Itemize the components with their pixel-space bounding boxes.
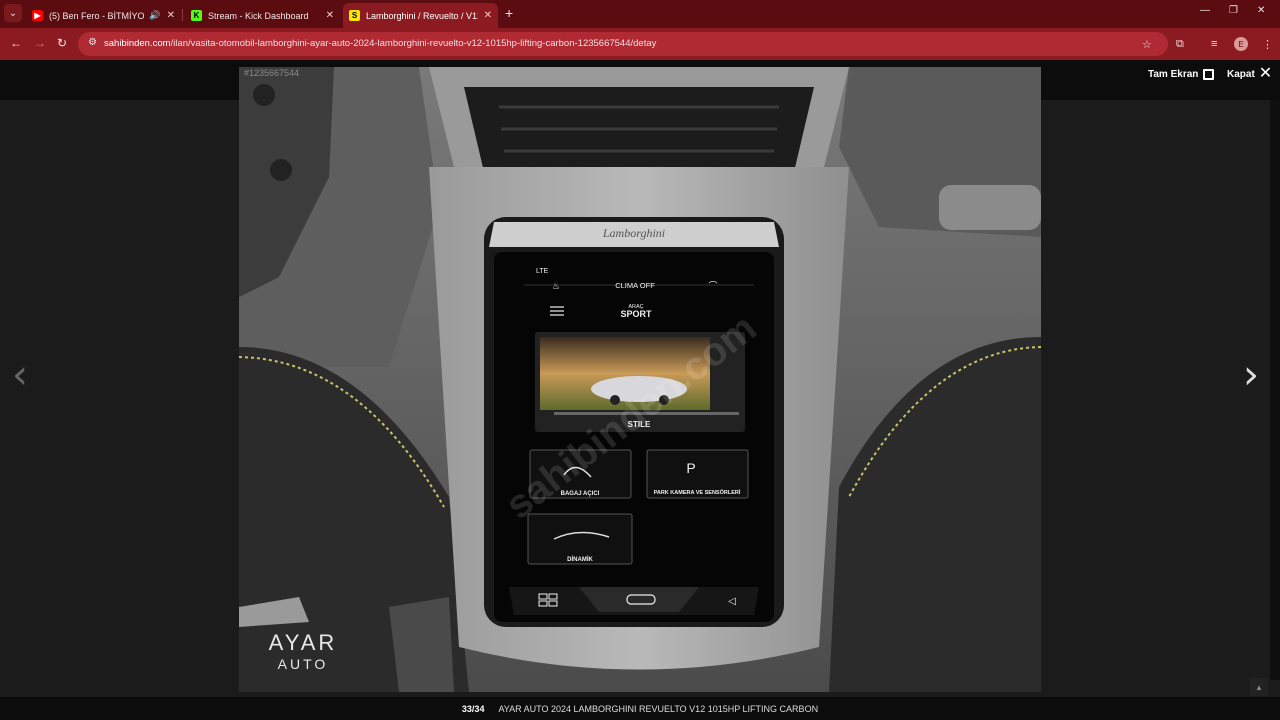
close-window-button[interactable]: ✕ [1257,5,1265,16]
url-text[interactable]: sahibinden.com/ilan/vasita-otomobil-lamb… [104,38,656,49]
car-icon: ⌒ [708,281,717,291]
lte-status: LTE [536,268,549,275]
media-controls-icon[interactable]: ≡ [1211,38,1217,50]
close-tab-icon[interactable]: ✕ [167,10,175,21]
tab-sahibinden[interactable]: S Lamborghini / Revuelto / V12 / ✕ [343,3,498,28]
reload-button[interactable]: ↻ [57,36,67,50]
dinamik-label: DİNAMİK [567,556,593,563]
tab-search-button[interactable]: ⌄ [4,4,22,22]
new-tab-button[interactable]: + [505,6,513,20]
svg-text:Lamborghini: Lamborghini [602,226,665,240]
listing-photo: Lamborghini LTE CLIMA OFF ♨ ⌒ ARAÇ SPORT [239,67,1041,692]
kick-icon: K [191,10,202,21]
car-interior-image: Lamborghini LTE CLIMA OFF ♨ ⌒ ARAÇ SPORT [239,67,1041,692]
forward-button[interactable]: → [34,36,46,50]
restore-button[interactable]: ❐ [1229,5,1238,16]
photo-counter: 33/34 [461,703,485,714]
menu-kebab-icon[interactable]: ⋮ [1262,38,1273,51]
photo-lightbox: Lamborghini LTE CLIMA OFF ♨ ⌒ ARAÇ SPORT [0,60,1280,720]
next-photo-button[interactable]: › [1243,355,1259,395]
tab-youtube[interactable]: ▶ (5) Ben Fero - BİTMİYOR - Y 🔊 ✕ [26,3,181,28]
bookmark-star-icon[interactable]: ☆ [1142,38,1152,51]
parking-icon: P [686,460,695,476]
fullscreen-icon [1203,69,1215,80]
close-label: Kapat [1227,68,1255,80]
youtube-icon: ▶ [32,10,43,21]
previous-photo-button[interactable]: ‹ [12,355,28,395]
close-tab-icon[interactable]: ✕ [326,10,334,21]
address-bar[interactable]: ⚙ sahibinden.com/ilan/vasita-otomobil-la… [78,32,1168,56]
tab-strip: ⌄ ▶ (5) Ben Fero - BİTMİYOR - Y 🔊 ✕ K St… [0,0,1280,28]
close-tab-icon[interactable]: ✕ [484,10,492,21]
mode-value: SPORT [620,309,652,319]
page-scrollbar[interactable] [1270,100,1280,680]
tab-title: Stream - Kick Dashboard [208,10,309,21]
back-button[interactable]: ← [10,36,22,50]
ayar-logo-line2: AUTO [278,656,329,672]
close-icon: ✕ [1258,65,1273,82]
park-label: PARK KAMERA VE SENSÖRLERİ [654,489,741,496]
tab-kick[interactable]: K Stream - Kick Dashboard ✕ [185,3,340,28]
clima-label: CLIMA OFF [615,281,655,290]
speaker-icon[interactable]: 🔊 [149,10,160,21]
photo-caption-bar: 33/34 AYAR AUTO 2024 LAMBORGHINI REVUELT… [0,697,1280,720]
sahibinden-icon: S [349,10,360,21]
extensions-icon[interactable]: ⧉ [1176,38,1184,51]
fullscreen-label: Tam Ekran [1148,69,1199,80]
photo-caption: AYAR AUTO 2024 LAMBORGHINI REVUELTO V12 … [498,703,819,714]
site-info-icon[interactable]: ⚙ [88,37,97,48]
profile-avatar[interactable]: E [1234,37,1248,51]
scroll-up-button[interactable]: ▲ [1250,678,1268,696]
close-lightbox-button[interactable]: Kapat ✕ [1227,65,1273,82]
volume-icon: ◁ [728,596,736,607]
fullscreen-button[interactable]: Tam Ekran [1148,69,1215,80]
ayar-logo-line1: AYAR [269,630,338,655]
tab-title: (5) Ben Fero - BİTMİYOR - Y [49,10,145,21]
tab-divider [182,9,183,21]
toolbar: ← → ↻ ⚙ sahibinden.com/ilan/vasita-otomo… [0,28,1280,60]
minimize-button[interactable]: — [1200,5,1210,16]
tab-title: Lamborghini / Revuelto / V12 / [366,10,478,21]
seat-heat-icon: ♨ [552,281,560,291]
photo-id: #1235667544 [244,68,300,78]
